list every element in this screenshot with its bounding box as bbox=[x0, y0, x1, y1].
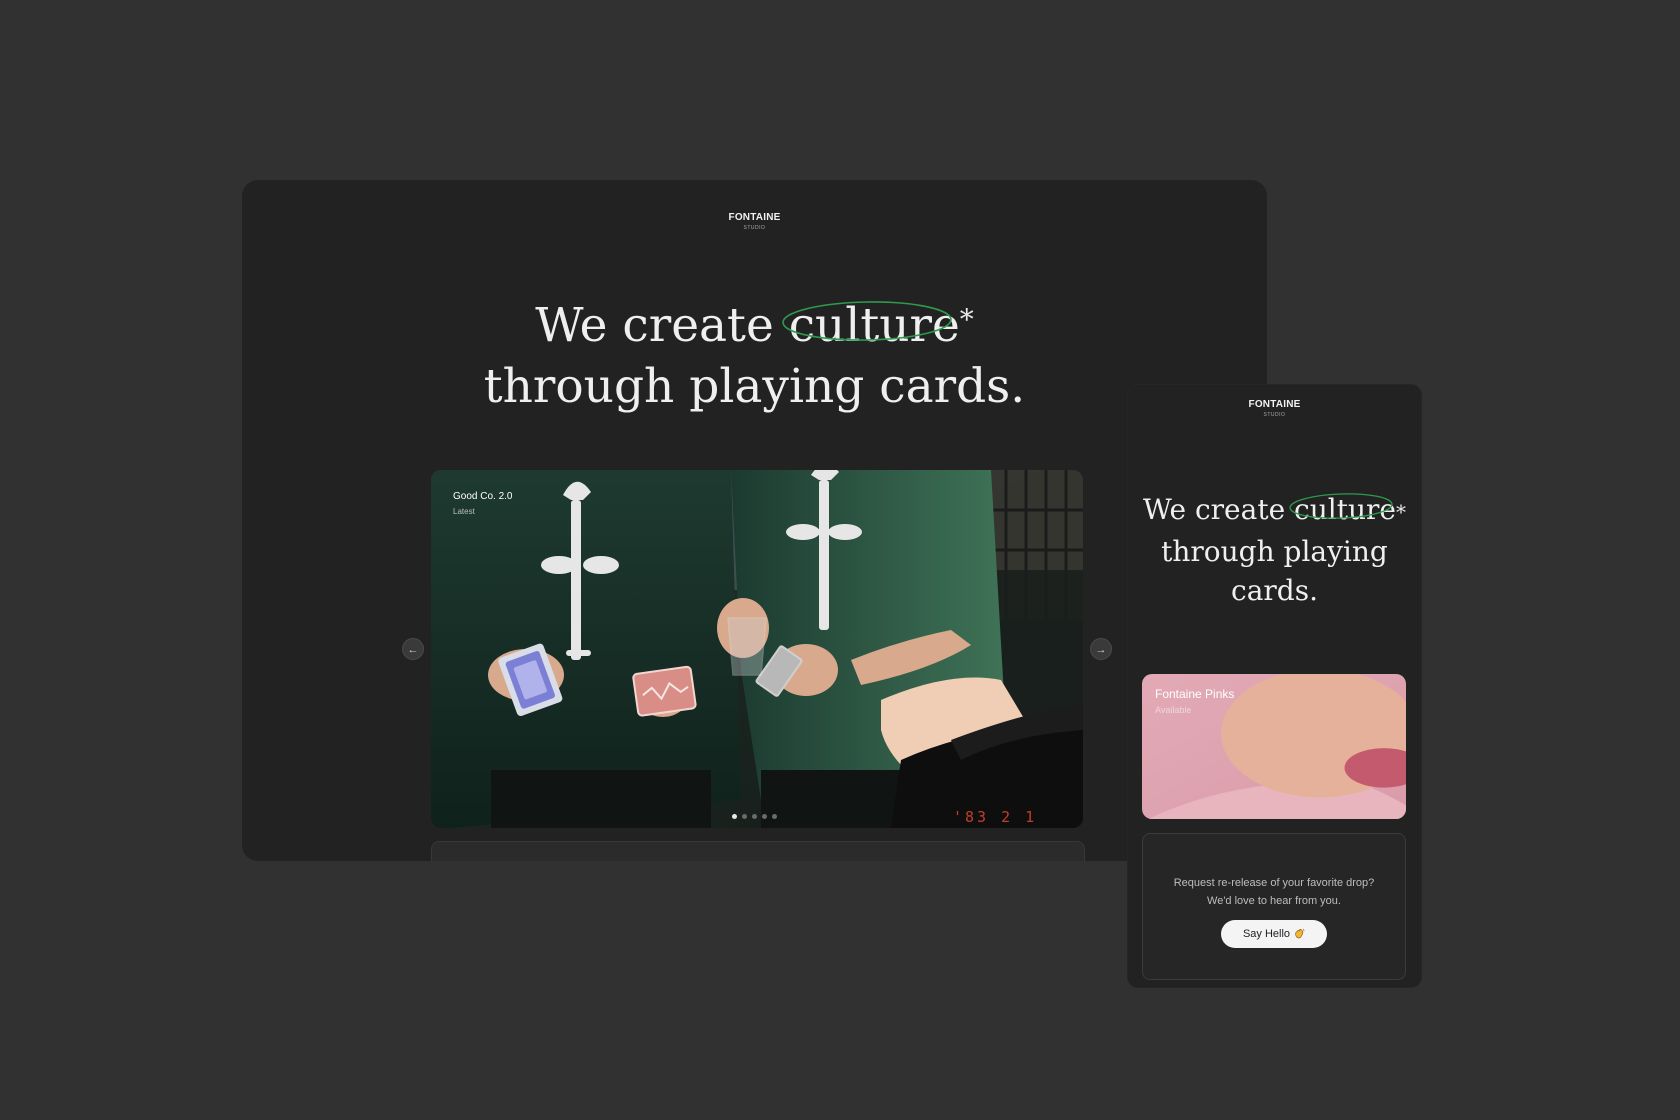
film-date-stamp: '83 2 1 bbox=[953, 808, 1038, 826]
hero-highlight-word: culture bbox=[781, 295, 960, 356]
carousel-dot[interactable] bbox=[752, 814, 757, 819]
hero-asterisk: * bbox=[959, 303, 974, 336]
slide-caption: Good Co. 2.0 Latest bbox=[453, 491, 512, 516]
hero-line1-prefix: We create bbox=[535, 298, 789, 353]
say-hello-button[interactable]: Say Hello bbox=[1220, 920, 1328, 948]
contact-card: Request re-release of your favorite drop… bbox=[1142, 833, 1406, 980]
brand-name: FONTAINE bbox=[728, 212, 781, 223]
carousel-dot[interactable] bbox=[772, 814, 777, 819]
hero-line3: cards. bbox=[1231, 574, 1318, 607]
carousel-dot[interactable] bbox=[732, 814, 737, 819]
desktop-content-card bbox=[431, 841, 1085, 861]
slide-subtitle: Latest bbox=[453, 507, 475, 516]
arrow-right-icon: → bbox=[1095, 644, 1107, 656]
desktop-mockup: FONTAINE STUDIO We create culture* throu… bbox=[242, 180, 1267, 861]
brand-logo[interactable]: FONTAINE STUDIO bbox=[1128, 399, 1421, 418]
carousel-next-button[interactable]: → bbox=[1090, 638, 1112, 660]
carousel-pagination bbox=[732, 814, 777, 819]
slide-title: Good Co. 2.0 bbox=[453, 491, 513, 502]
brand-logo[interactable]: FONTAINE STUDIO bbox=[242, 212, 1267, 231]
contact-line1: Request re-release of your favorite drop… bbox=[1173, 877, 1375, 889]
say-hello-label: Say Hello bbox=[1242, 928, 1291, 940]
carousel-dot[interactable] bbox=[742, 814, 747, 819]
hero-highlight-word: culture bbox=[1289, 490, 1396, 529]
arrow-left-icon: ← bbox=[407, 644, 419, 656]
brand-subtitle: STUDIO bbox=[1263, 412, 1286, 418]
contact-message: Request re-release of your favorite drop… bbox=[1143, 874, 1405, 910]
brand-name: FONTAINE bbox=[1248, 399, 1301, 410]
product-card[interactable]: Fontaine Pinks Available bbox=[1142, 674, 1406, 819]
hero-asterisk: * bbox=[1395, 500, 1406, 524]
hero-line1-prefix: We create bbox=[1143, 493, 1295, 526]
mobile-mockup: FONTAINE STUDIO We create culture* throu… bbox=[1128, 385, 1421, 987]
waving-hand-icon bbox=[1295, 928, 1305, 939]
hero-line2: through playing cards. bbox=[483, 359, 1026, 414]
product-caption: Fontaine Pinks Available bbox=[1155, 687, 1234, 715]
hero-line2: through playing bbox=[1161, 535, 1388, 568]
product-status: Available bbox=[1155, 705, 1192, 715]
brand-subtitle: STUDIO bbox=[743, 225, 766, 231]
carousel-photo bbox=[431, 470, 1083, 828]
product-title: Fontaine Pinks bbox=[1155, 687, 1235, 701]
carousel-prev-button[interactable]: ← bbox=[402, 638, 424, 660]
hero-carousel[interactable]: Good Co. 2.0 Latest '83 2 1 bbox=[431, 470, 1083, 828]
hero-headline: We create culture* through playing cards… bbox=[242, 295, 1267, 417]
hero-headline: We create culture* through playing cards… bbox=[1128, 490, 1421, 610]
contact-line2: We'd love to hear from you. bbox=[1207, 895, 1341, 907]
carousel-dot[interactable] bbox=[762, 814, 767, 819]
